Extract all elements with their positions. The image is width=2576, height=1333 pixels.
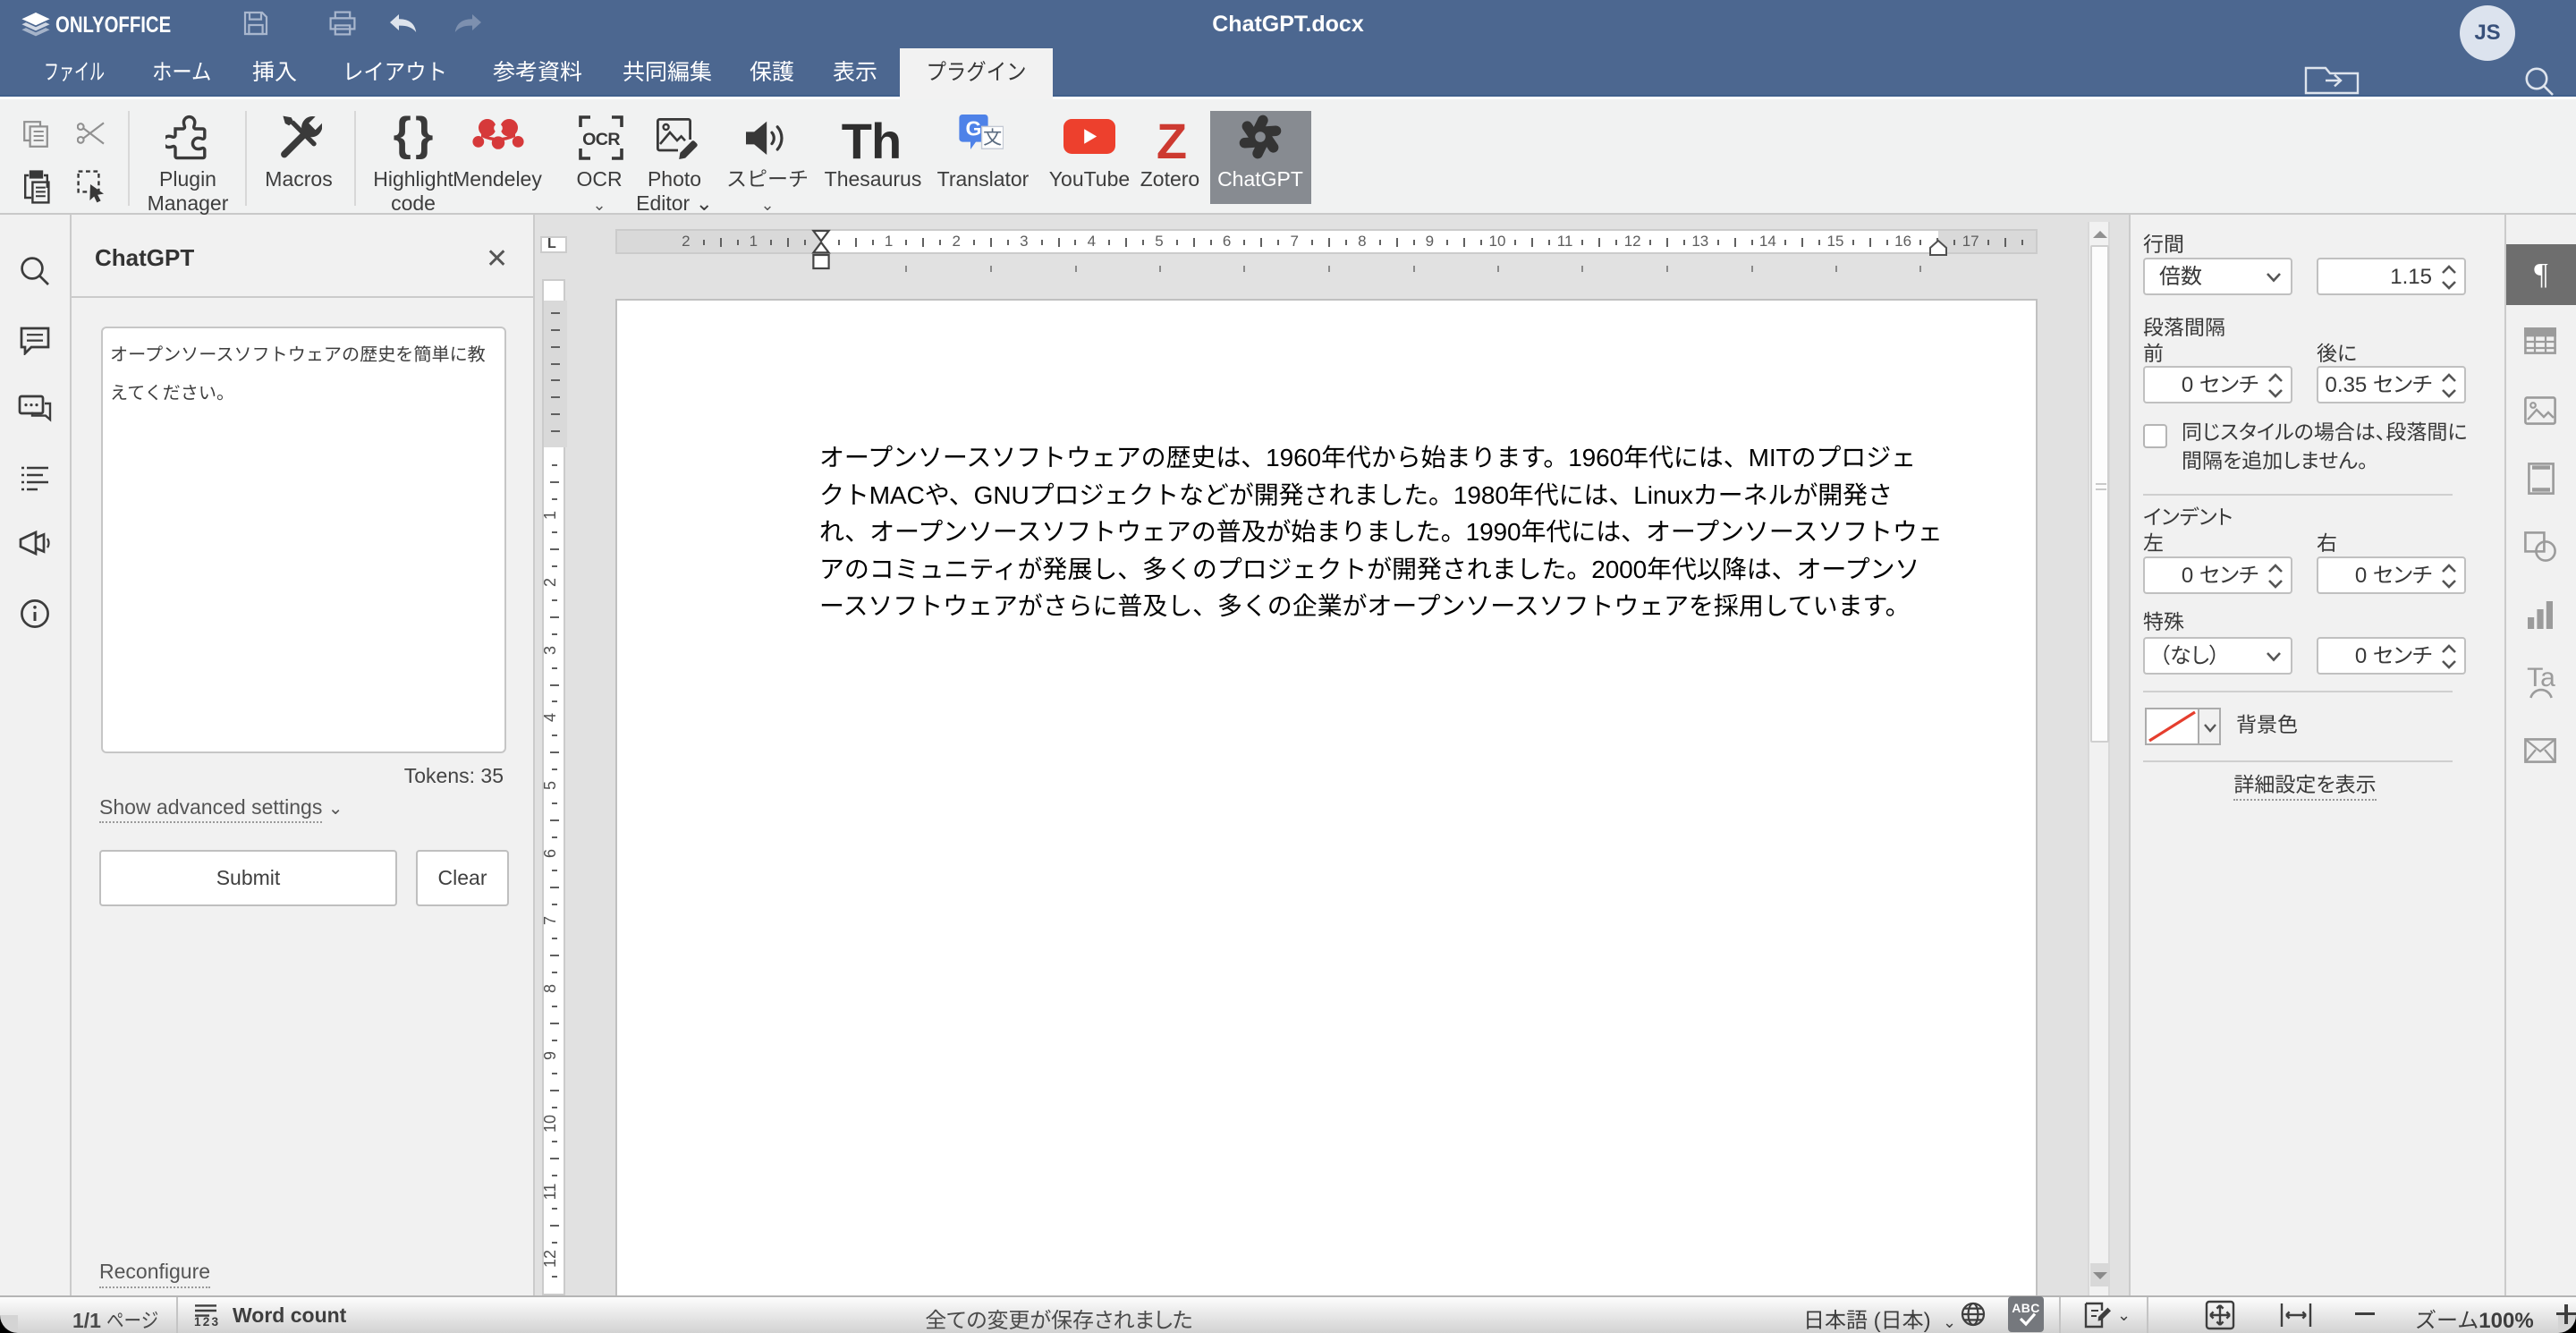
svg-text:G: G	[965, 116, 981, 140]
svg-text:OCR: OCR	[582, 130, 620, 149]
svg-text:123: 123	[194, 1315, 218, 1327]
svg-text:文: 文	[983, 123, 1002, 150]
